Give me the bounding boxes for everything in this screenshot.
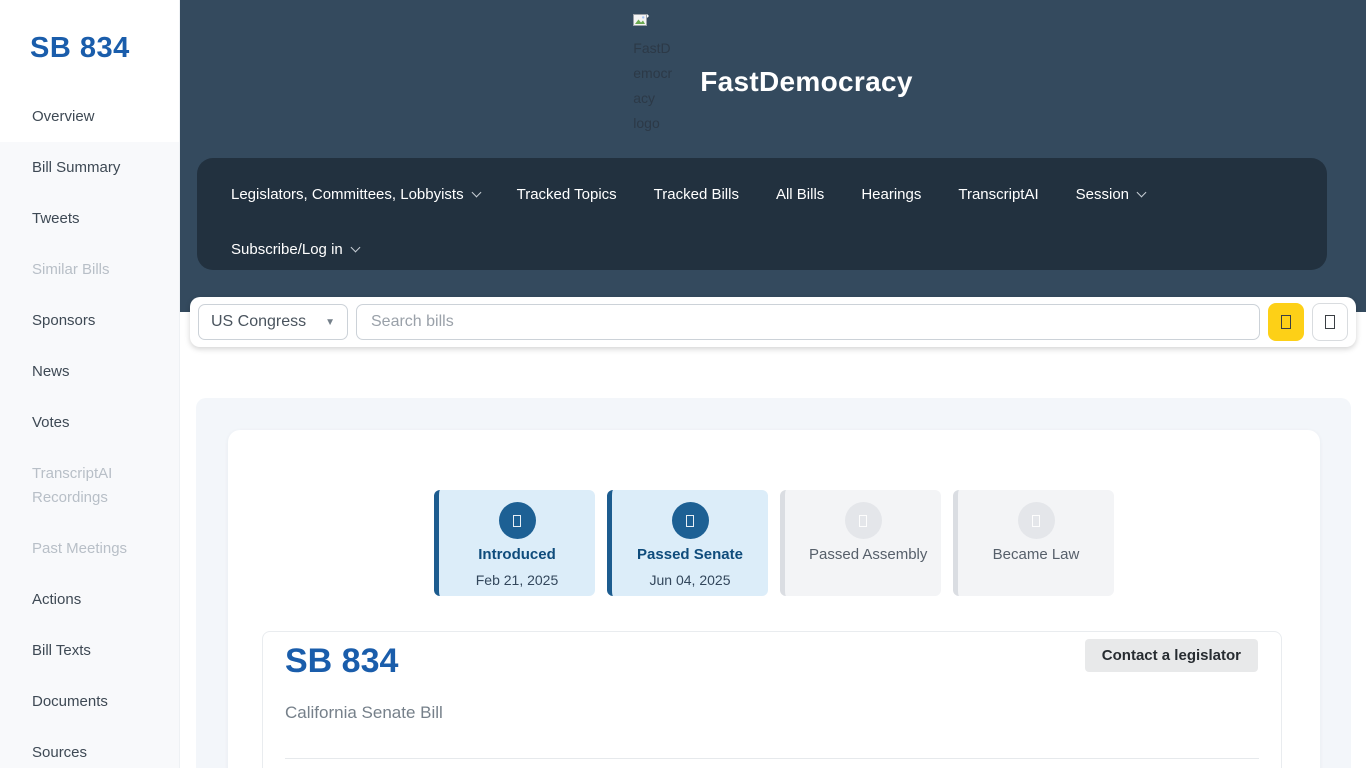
nav-tracked-topics[interactable]: Tracked Topics [517, 186, 617, 203]
check-icon [1032, 515, 1040, 527]
region-select-value: US Congress [211, 313, 306, 331]
bill-overview-card: Introduced Feb 21, 2025 Passed Senate Ju… [228, 430, 1320, 768]
sidebar-item-bill-texts[interactable]: Bill Texts [0, 625, 179, 676]
search-input[interactable] [356, 304, 1260, 340]
check-icon [859, 515, 867, 527]
content-panel: Introduced Feb 21, 2025 Passed Senate Ju… [196, 398, 1351, 768]
sidebar-item-similar-bills: Similar Bills [0, 244, 179, 295]
sidebar-item-overview[interactable]: Overview [0, 91, 179, 142]
sidebar-item-news[interactable]: News [0, 346, 179, 397]
nav-legislators-committees-lobbyists[interactable]: Legislators, Committees, Lobbyists [231, 186, 480, 203]
contact-legislator-button[interactable]: Contact a legislator [1085, 639, 1258, 672]
broken-logo-image[interactable]: FastDemocracy logo [633, 10, 675, 143]
sidebar-bill-title: SB 834 [0, 0, 179, 65]
timeline-step-passed-assembly: Passed Assembly [780, 490, 941, 596]
nav-session[interactable]: Session [1076, 186, 1145, 203]
logo-alt-text: FastDemocracy logo [633, 40, 672, 131]
chevron-down-icon [350, 242, 360, 252]
step-status-icon [845, 502, 882, 539]
bill-search-bar: US Congress ▼ [190, 297, 1356, 347]
sidebar-item-transcriptai-recordings: TranscriptAI Recordings [0, 448, 179, 523]
sidebar-item-sources[interactable]: Sources [0, 727, 179, 768]
step-status-icon [1018, 502, 1055, 539]
clipboard-button[interactable] [1312, 303, 1348, 341]
sidebar-item-sponsors[interactable]: Sponsors [0, 295, 179, 346]
magnifier-icon [1281, 315, 1291, 329]
step-date: Jun 04, 2025 [612, 572, 768, 588]
step-status-icon [672, 502, 709, 539]
chevron-down-icon [471, 187, 481, 197]
nav-tracked-bills[interactable]: Tracked Bills [654, 186, 739, 203]
sidebar-nav: Overview Bill Summary Tweets Similar Bil… [0, 91, 179, 768]
timeline-step-introduced: Introduced Feb 21, 2025 [434, 490, 595, 596]
nav-hearings[interactable]: Hearings [861, 186, 921, 203]
main-nav: Legislators, Committees, Lobbyists Track… [197, 158, 1327, 270]
bill-sidebar: SB 834 Overview Bill Summary Tweets Simi… [0, 0, 180, 768]
step-status-icon [499, 502, 536, 539]
sidebar-item-past-meetings: Past Meetings [0, 523, 179, 574]
timeline-step-passed-senate: Passed Senate Jun 04, 2025 [607, 490, 768, 596]
sidebar-item-documents[interactable]: Documents [0, 676, 179, 727]
site-header: FastDemocracy logo FastDemocracy Legisla… [180, 0, 1366, 312]
clipboard-icon [1325, 315, 1335, 329]
sidebar-item-tweets[interactable]: Tweets [0, 193, 179, 244]
sidebar-item-bill-summary[interactable]: Bill Summary [0, 142, 179, 193]
bill-number-title: SB 834 [285, 642, 398, 681]
chevron-down-icon [1137, 187, 1147, 197]
select-arrow-icon: ▼ [325, 317, 335, 328]
logo-row: FastDemocracy logo FastDemocracy [180, 10, 1366, 143]
region-select[interactable]: US Congress ▼ [198, 304, 348, 340]
bill-progress-timeline: Introduced Feb 21, 2025 Passed Senate Ju… [228, 490, 1320, 596]
bill-subtitle: California Senate Bill [285, 703, 443, 723]
nav-row-1: Legislators, Committees, Lobbyists Track… [231, 173, 1293, 215]
divider [285, 758, 1259, 759]
search-button[interactable] [1268, 303, 1304, 341]
step-date: Feb 21, 2025 [439, 572, 595, 588]
check-icon [513, 515, 521, 527]
nav-all-bills[interactable]: All Bills [776, 186, 824, 203]
nav-subscribe-login[interactable]: Subscribe/Log in [231, 241, 359, 258]
brand-title: FastDemocracy [700, 66, 912, 98]
broken-image-icon [633, 11, 649, 36]
timeline-step-became-law: Became Law [953, 490, 1114, 596]
nav-transcriptai[interactable]: TranscriptAI [958, 186, 1038, 203]
sidebar-item-actions[interactable]: Actions [0, 574, 179, 625]
check-icon [686, 515, 694, 527]
nav-row-2: Subscribe/Log in [231, 228, 1293, 270]
bill-detail-card: SB 834 Contact a legislator California S… [262, 631, 1282, 768]
sidebar-item-votes[interactable]: Votes [0, 397, 179, 448]
